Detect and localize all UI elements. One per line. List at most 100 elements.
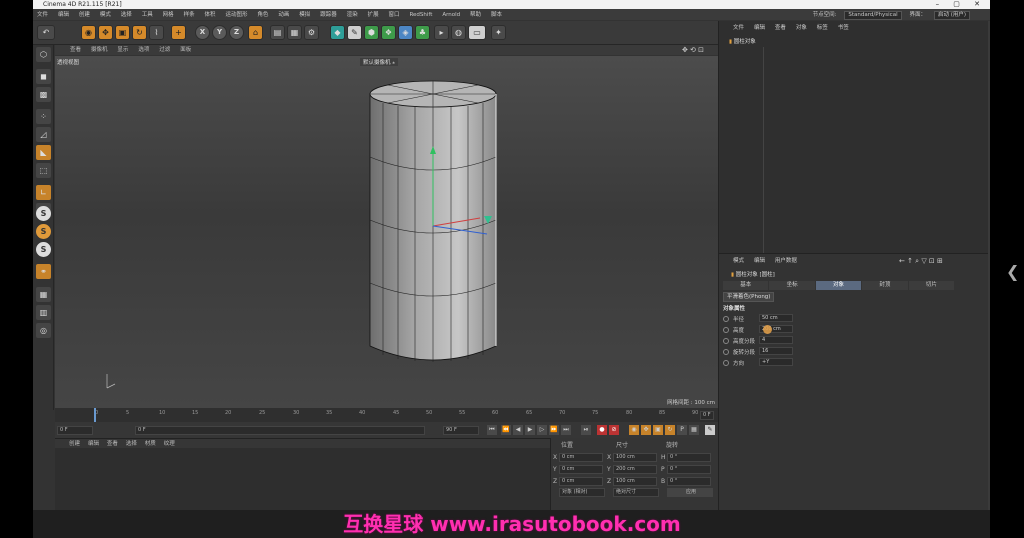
range-slider[interactable]: 0 F	[135, 426, 425, 435]
floor-icon[interactable]: ▭	[468, 25, 486, 40]
menu-item[interactable]: 跟踪器	[320, 10, 337, 21]
prev-key-icon[interactable]: ⏪	[501, 425, 511, 435]
perspective-viewport[interactable]: 透视视图 默认摄像机 ⁎ 网格间距: 100 cm	[55, 56, 718, 408]
points-mode-icon[interactable]: ⁘	[36, 109, 51, 124]
cylinder-mesh[interactable]	[55, 56, 718, 408]
key-param-icon[interactable]: P	[677, 425, 687, 435]
menu-item[interactable]: 样条	[184, 10, 195, 21]
coord-mode-select[interactable]: 对象 (相对)	[559, 488, 605, 497]
timeline[interactable]: 0 5 10 15 20 25 30 35 40 45 50 55 60 65 …	[55, 408, 718, 422]
viewport-menu-item[interactable]: 选项	[138, 47, 149, 53]
viewport-nav-icons[interactable]: ✥ ⟲ ⊡	[682, 45, 704, 55]
node-space-select[interactable]: Standard/Physical	[844, 11, 902, 20]
menu-item[interactable]: 帮助	[470, 10, 481, 21]
menu-item[interactable]: Arnold	[442, 10, 460, 21]
key-pla-icon[interactable]: ▦	[689, 425, 699, 435]
recent-tool-icon[interactable]: ⌇	[149, 25, 164, 40]
z-axis-button[interactable]: Z	[229, 25, 244, 40]
texture-mode-icon[interactable]: ▩	[36, 87, 51, 102]
y-axis-button[interactable]: Y	[212, 25, 227, 40]
next-frame-icon[interactable]: ▷	[537, 425, 547, 435]
lock-workplane-icon[interactable]: ⚭	[36, 264, 51, 279]
workplane-icon[interactable]: ▥	[36, 305, 51, 320]
attribute-menu-item[interactable]: 编辑	[754, 258, 765, 264]
subdivision-icon[interactable]: ⬢	[364, 25, 379, 40]
menu-item[interactable]: 模拟	[299, 10, 310, 21]
loop-icon[interactable]: ⏯	[581, 425, 591, 435]
menu-item[interactable]: 扩展	[368, 10, 379, 21]
interface-select[interactable]: 启动 (用户)	[933, 11, 970, 20]
param-value[interactable]: +Y	[759, 358, 793, 366]
model-mode-icon[interactable]: ◼	[36, 69, 51, 84]
keyframe-dot[interactable]	[723, 360, 729, 366]
solo-icon[interactable]: ◎	[36, 323, 51, 338]
polygons-mode-icon[interactable]: ◣	[36, 145, 51, 160]
object-menu-item[interactable]: 文件	[733, 25, 744, 31]
camera-icon[interactable]: ▸	[434, 25, 449, 40]
size-mode-select[interactable]: 绝对尺寸	[613, 488, 659, 497]
object-menu-item[interactable]: 书签	[838, 25, 849, 31]
grid-icon[interactable]: ▦	[36, 287, 51, 302]
menu-item[interactable]: 运动图形	[225, 10, 247, 21]
autokey-icon[interactable]: ⊘	[609, 425, 619, 435]
key-position-icon[interactable]: ✥	[641, 425, 651, 435]
param-value[interactable]: 16	[759, 347, 793, 355]
end-frame-field[interactable]: 90 F	[443, 426, 479, 435]
move-icon[interactable]: ✥	[98, 25, 113, 40]
size-y-field[interactable]: 200 cm	[613, 465, 657, 474]
window-controls[interactable]: – ▢ ✕	[936, 0, 986, 9]
pos-z-field[interactable]: 0 cm	[559, 477, 603, 486]
tab-basic[interactable]: 基本	[723, 281, 769, 290]
menu-item[interactable]: 工具	[142, 10, 153, 21]
menu-item[interactable]: 动画	[278, 10, 289, 21]
attribute-menu-item[interactable]: 用户数据	[775, 258, 797, 264]
record-icon[interactable]: ●	[597, 425, 607, 435]
keyframe-dot[interactable]	[723, 338, 729, 344]
object-menu-item[interactable]: 编辑	[754, 25, 765, 31]
menu-item[interactable]: 文件	[37, 10, 48, 21]
key-rotation-icon[interactable]: ↻	[665, 425, 675, 435]
undo-button[interactable]: ↶	[37, 25, 55, 40]
menu-item[interactable]: 体积	[205, 10, 216, 21]
menu-item[interactable]: 选择	[121, 10, 132, 21]
keyframe-dot[interactable]	[723, 316, 729, 322]
param-value[interactable]: 4	[759, 336, 793, 344]
menu-item[interactable]: 网格	[163, 10, 174, 21]
menu-item[interactable]: 编辑	[58, 10, 69, 21]
pos-y-field[interactable]: 0 cm	[559, 465, 603, 474]
size-z-field[interactable]: 100 cm	[613, 477, 657, 486]
rotate-icon[interactable]: ↻	[132, 25, 147, 40]
coordinate-system-icon[interactable]: ⌂	[248, 25, 263, 40]
next-page-chevron-icon[interactable]: ❮	[1006, 262, 1019, 281]
menu-item[interactable]: 窗口	[389, 10, 400, 21]
next-key-icon[interactable]: ⏩	[549, 425, 559, 435]
go-end-icon[interactable]: ⏭	[561, 425, 571, 435]
keyframe-selection-icon[interactable]: ◉	[629, 425, 639, 435]
menu-item[interactable]: 创建	[79, 10, 90, 21]
material-menu-item[interactable]: 创建	[69, 441, 80, 447]
object-row-cylinder[interactable]: ▮ 圆柱对象	[729, 37, 756, 45]
prev-frame-icon[interactable]: ◀	[513, 425, 523, 435]
start-frame-field[interactable]: 0 F	[57, 426, 93, 435]
snap-icon[interactable]: S	[36, 206, 51, 221]
edges-mode-icon[interactable]: ◿	[36, 127, 51, 142]
material-menu-item[interactable]: 编辑	[88, 441, 99, 447]
go-start-icon[interactable]: ⏮	[487, 425, 497, 435]
live-select-icon[interactable]: ◉	[81, 25, 96, 40]
menu-item[interactable]: RedShift	[409, 10, 432, 21]
material-menu-item[interactable]: 材质	[145, 441, 156, 447]
viewport-menu-item[interactable]: 显示	[117, 47, 128, 53]
axis-mode-icon[interactable]: ∟	[36, 185, 51, 200]
add-icon[interactable]: +	[171, 25, 186, 40]
key-scale-icon[interactable]: ▣	[653, 425, 663, 435]
rot-h-field[interactable]: 0 °	[667, 453, 711, 462]
viewport-menu-item[interactable]: 查看	[70, 47, 81, 53]
attribute-menu-item[interactable]: 模式	[733, 258, 744, 264]
cloner-icon[interactable]: ♣	[415, 25, 430, 40]
material-tag-icon[interactable]: ◍	[451, 25, 466, 40]
viewport-menu-item[interactable]: 摄像机	[91, 47, 108, 53]
render-settings-icon[interactable]: ⚙	[304, 25, 319, 40]
param-value[interactable]: 50 cm	[759, 314, 793, 322]
play-icon[interactable]: ▶	[525, 425, 535, 435]
make-editable-icon[interactable]: ⬡	[36, 47, 51, 62]
